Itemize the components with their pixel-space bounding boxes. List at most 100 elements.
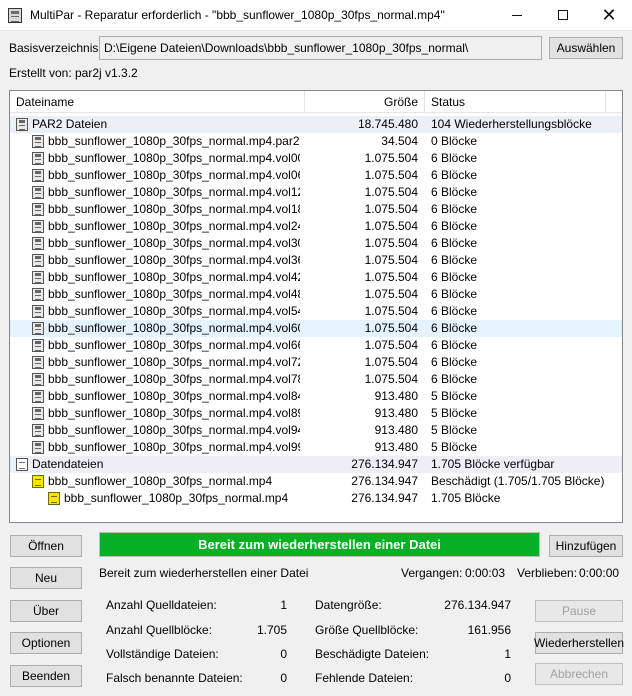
file-status: 5 Blöcke bbox=[431, 406, 478, 420]
file-size: 1.075.504 bbox=[364, 236, 418, 250]
file-row[interactable]: bbb_sunflower_1080p_30fps_normal.mp4.vol… bbox=[10, 405, 622, 422]
creator-label: Erstellt von: bbox=[9, 66, 72, 80]
file-row[interactable]: bbb_sunflower_1080p_30fps_normal.mp4.vol… bbox=[10, 320, 622, 337]
file-name: Datendateien bbox=[32, 457, 104, 471]
file-row[interactable]: bbb_sunflower_1080p_30fps_normal.mp4.vol… bbox=[10, 439, 622, 456]
file-row[interactable]: bbb_sunflower_1080p_30fps_normal.mp4.vol… bbox=[10, 184, 622, 201]
repair-button[interactable]: Wiederherstellen bbox=[534, 632, 624, 654]
column-divider[interactable] bbox=[605, 91, 606, 113]
file-name: bbb_sunflower_1080p_30fps_normal.mp4.vol… bbox=[48, 168, 300, 182]
file-row[interactable]: bbb_sunflower_1080p_30fps_normal.mp4.vol… bbox=[10, 286, 622, 303]
file-row[interactable]: bbb_sunflower_1080p_30fps_normal.mp4.vol… bbox=[10, 303, 622, 320]
file-row[interactable]: bbb_sunflower_1080p_30fps_normal.mp4.vol… bbox=[10, 167, 622, 184]
file-row[interactable]: bbb_sunflower_1080p_30fps_normal.mp4.par… bbox=[10, 133, 622, 150]
file-size: 18.745.480 bbox=[357, 117, 418, 131]
cancel-button[interactable]: Abbrechen bbox=[535, 663, 623, 685]
par2-file-icon bbox=[32, 220, 44, 233]
par2-file-icon bbox=[32, 305, 44, 318]
column-header-status[interactable]: Status bbox=[431, 91, 465, 113]
file-name: bbb_sunflower_1080p_30fps_normal.mp4.vol… bbox=[48, 270, 300, 284]
creator-value: par2j v1.3.2 bbox=[75, 66, 138, 80]
source-blocks-value: 1.705 bbox=[256, 623, 287, 637]
file-size: 913.480 bbox=[374, 406, 418, 420]
file-status: 6 Blöcke bbox=[431, 185, 478, 199]
maximize-button[interactable] bbox=[540, 0, 586, 30]
file-status: 6 Blöcke bbox=[431, 236, 478, 250]
group-row[interactable]: Datendateien 276.134.947 1.705 Blöcke verf… bbox=[10, 456, 622, 473]
source-files-value: 1 bbox=[280, 598, 287, 612]
file-row[interactable]: bbb_sunflower_1080p_30fps_normal.mp4.vol… bbox=[10, 371, 622, 388]
new-button[interactable]: Neu bbox=[10, 567, 82, 589]
file-row[interactable]: bbb_sunflower_1080p_30fps_normal.mp4 276.… bbox=[10, 490, 622, 507]
column-divider[interactable] bbox=[424, 91, 425, 113]
par2-file-icon bbox=[32, 373, 44, 386]
file-size: 276.134.947 bbox=[351, 474, 418, 488]
misnamed-files-value: 0 bbox=[280, 671, 287, 685]
file-size: 1.075.504 bbox=[364, 355, 418, 369]
file-row[interactable]: bbb_sunflower_1080p_30fps_normal.mp4.vol… bbox=[10, 422, 622, 439]
complete-files-value: 0 bbox=[280, 647, 287, 661]
file-row[interactable]: bbb_sunflower_1080p_30fps_normal.mp4.vol… bbox=[10, 269, 622, 286]
file-status: 6 Blöcke bbox=[431, 338, 478, 352]
status-message: Bereit zum wiederherstellen einer Datei bbox=[99, 566, 309, 580]
file-name: bbb_sunflower_1080p_30fps_normal.mp4.vol… bbox=[48, 440, 300, 454]
file-size: 1.075.504 bbox=[364, 270, 418, 284]
group-row[interactable]: PAR2 Dateien 18.745.480 104 Wiederherstell… bbox=[10, 116, 622, 133]
complete-files-label: Vollständige Dateien: bbox=[106, 647, 219, 661]
options-button[interactable]: Optionen bbox=[10, 632, 82, 654]
add-button[interactable]: Hinzufügen bbox=[549, 535, 623, 557]
file-size: 276.134.947 bbox=[351, 491, 418, 505]
progress-text: Bereit zum wiederherstellen einer Datei bbox=[198, 537, 441, 552]
file-size: 1.075.504 bbox=[364, 168, 418, 182]
file-status: 6 Blöcke bbox=[431, 151, 478, 165]
file-row[interactable]: bbb_sunflower_1080p_30fps_normal.mp4.vol… bbox=[10, 354, 622, 371]
file-size: 1.075.504 bbox=[364, 321, 418, 335]
about-button[interactable]: Über bbox=[10, 600, 82, 622]
file-size: 1.075.504 bbox=[364, 287, 418, 301]
file-status: 6 Blöcke bbox=[431, 168, 478, 182]
column-header-size[interactable]: Größe bbox=[310, 91, 418, 113]
file-row[interactable]: bbb_sunflower_1080p_30fps_normal.mp4.vol… bbox=[10, 388, 622, 405]
file-name: bbb_sunflower_1080p_30fps_normal.mp4.vol… bbox=[48, 372, 300, 386]
file-status: 6 Blöcke bbox=[431, 270, 478, 284]
elapsed-label: Vergangen: bbox=[401, 566, 463, 580]
remaining-value: 0:00:00 bbox=[579, 566, 620, 580]
close-button[interactable]: ✕ bbox=[586, 0, 632, 30]
file-row[interactable]: bbb_sunflower_1080p_30fps_normal.mp4.vol… bbox=[10, 252, 622, 269]
file-row[interactable]: bbb_sunflower_1080p_30fps_normal.mp4 276.… bbox=[10, 473, 622, 490]
par2-file-icon bbox=[32, 135, 44, 148]
pause-button[interactable]: Pause bbox=[535, 600, 623, 622]
block-size-value: 161.956 bbox=[467, 623, 511, 637]
source-files-label: Anzahl Quelldateien: bbox=[106, 598, 217, 612]
file-row[interactable]: bbb_sunflower_1080p_30fps_normal.mp4.vol… bbox=[10, 235, 622, 252]
par2-file-icon bbox=[32, 339, 44, 352]
open-button[interactable]: Öffnen bbox=[10, 535, 82, 557]
file-name: PAR2 Dateien bbox=[32, 117, 108, 131]
file-name: bbb_sunflower_1080p_30fps_normal.mp4.vol… bbox=[48, 287, 300, 301]
file-row[interactable]: bbb_sunflower_1080p_30fps_normal.mp4.vol… bbox=[10, 150, 622, 167]
par2-file-icon bbox=[32, 237, 44, 250]
column-divider[interactable] bbox=[304, 91, 305, 113]
exit-button[interactable]: Beenden bbox=[10, 665, 82, 687]
elapsed-value: 0:00:03 bbox=[465, 566, 506, 580]
file-status: 6 Blöcke bbox=[431, 253, 478, 267]
minimize-button[interactable] bbox=[494, 0, 540, 30]
par2-file-icon bbox=[32, 424, 44, 437]
file-list[interactable]: Dateiname Größe Status PAR2 Dateien 18.74… bbox=[9, 90, 623, 523]
file-size: 1.075.504 bbox=[364, 304, 418, 318]
maximize-icon bbox=[558, 10, 568, 20]
file-size: 913.480 bbox=[374, 423, 418, 437]
file-status: 5 Blöcke bbox=[431, 423, 478, 437]
file-row[interactable]: bbb_sunflower_1080p_30fps_normal.mp4.vol… bbox=[10, 218, 622, 235]
file-name: bbb_sunflower_1080p_30fps_normal.mp4.vol… bbox=[48, 355, 300, 369]
choose-directory-button[interactable]: Auswählen bbox=[549, 37, 623, 59]
app-icon bbox=[8, 8, 22, 23]
file-row[interactable]: bbb_sunflower_1080p_30fps_normal.mp4.vol… bbox=[10, 337, 622, 354]
column-header-name[interactable]: Dateiname bbox=[16, 91, 74, 113]
minimize-icon bbox=[512, 14, 522, 16]
file-size: 1.075.504 bbox=[364, 151, 418, 165]
file-status: 6 Blöcke bbox=[431, 287, 478, 301]
file-row[interactable]: bbb_sunflower_1080p_30fps_normal.mp4.vol… bbox=[10, 201, 622, 218]
base-directory-field[interactable]: D:\Eigene Dateien\Downloads\bbb_sunflowe… bbox=[99, 36, 542, 60]
file-size: 1.075.504 bbox=[364, 372, 418, 386]
